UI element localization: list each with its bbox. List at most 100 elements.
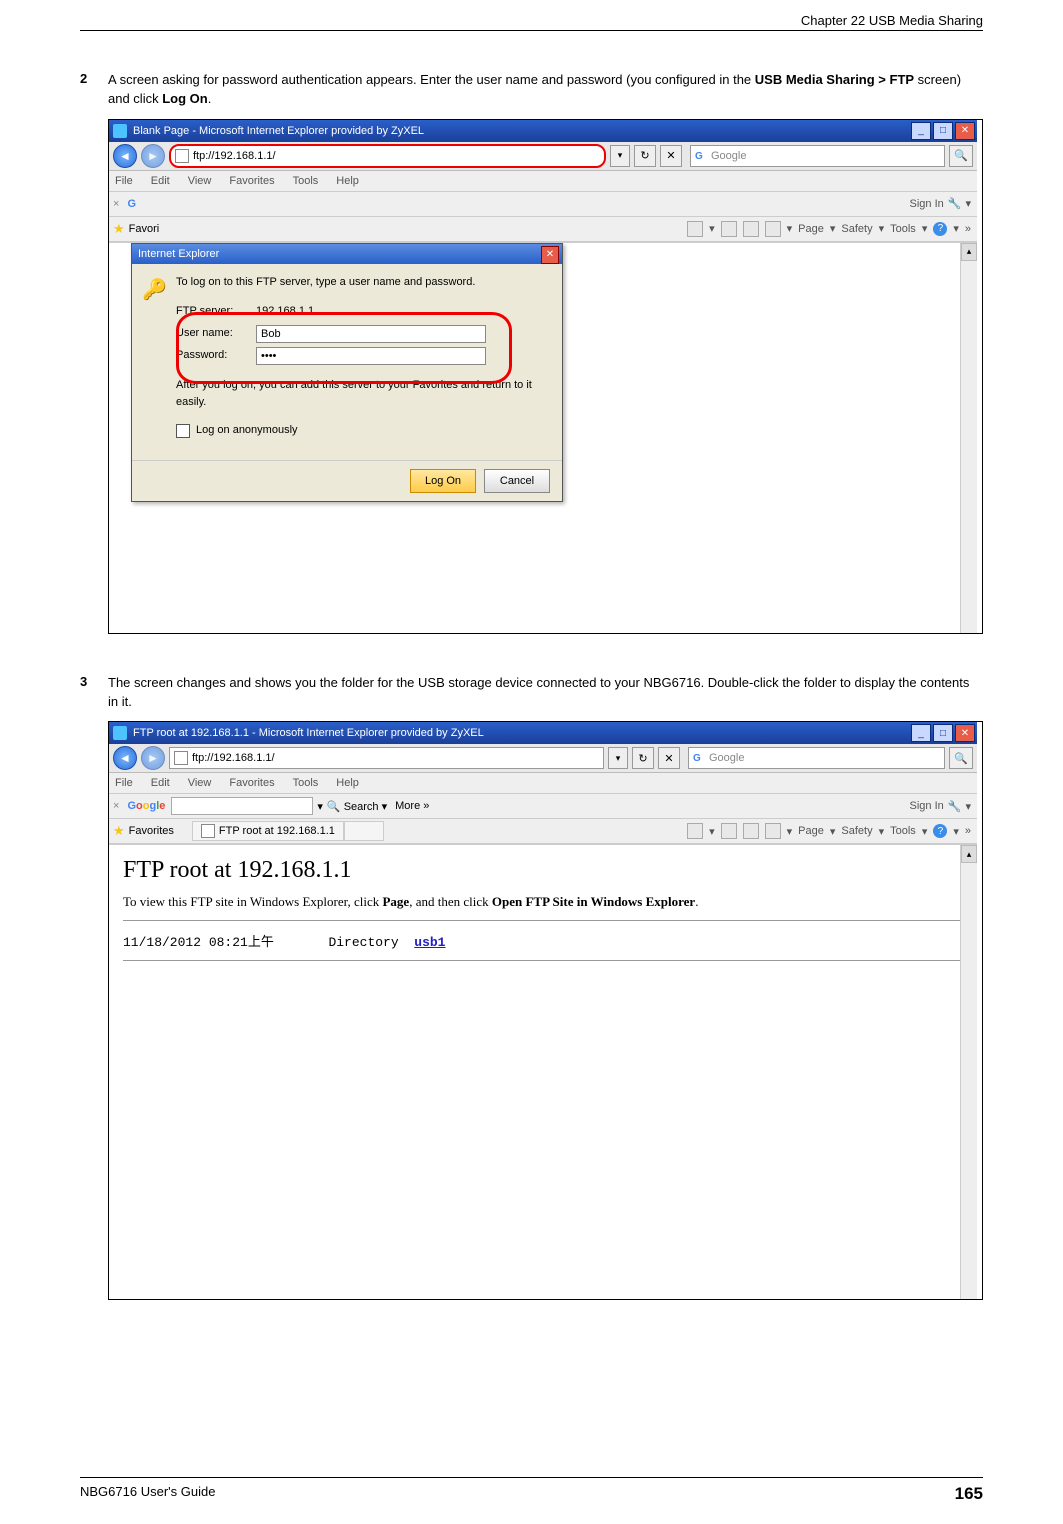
print-icon[interactable]	[765, 221, 781, 237]
menu-file[interactable]: File	[115, 777, 133, 789]
google-icon	[695, 150, 707, 162]
sign-in-link[interactable]: Sign In	[910, 800, 944, 812]
minimize-button[interactable]: _	[911, 724, 931, 742]
scroll-up[interactable]: ▴	[961, 845, 977, 863]
refresh-button[interactable]: ↻	[634, 145, 656, 167]
ftp-instruction: To view this FTP site in Windows Explore…	[123, 894, 963, 910]
address-dropdown[interactable]: ▾	[610, 145, 630, 167]
page-number: 165	[955, 1484, 983, 1504]
dialog-close-button[interactable]: ✕	[541, 246, 559, 264]
menu-help[interactable]: Help	[336, 175, 359, 187]
google-search-input[interactable]	[171, 797, 313, 815]
step-number: 3	[80, 674, 108, 712]
menu-favorites[interactable]: Favorites	[229, 777, 274, 789]
wrench-icon[interactable]: 🔧	[948, 197, 962, 210]
favorites-bar: ★ Favorites FTP root at 192.168.1.1 ▾ ▾ …	[109, 819, 977, 844]
minimize-button[interactable]: _	[911, 122, 931, 140]
google-more-button[interactable]: More »	[395, 800, 429, 812]
address-bar[interactable]: ftp://192.168.1.1/	[169, 747, 604, 769]
password-input[interactable]	[256, 347, 486, 365]
feed-icon[interactable]	[721, 221, 737, 237]
tools-menu[interactable]: Tools	[890, 825, 916, 837]
forward-button[interactable]: ►	[141, 144, 165, 168]
close-button[interactable]: ✕	[955, 122, 975, 140]
page-icon	[175, 149, 189, 163]
directory-link-usb1[interactable]: usb1	[414, 935, 445, 950]
dir-date: 11/18/2012 08:21上午	[123, 935, 274, 950]
dialog-instruction: To log on to this FTP server, type a use…	[176, 274, 550, 292]
stop-button[interactable]: ✕	[658, 747, 680, 769]
menu-file[interactable]: File	[115, 175, 133, 187]
ftp-server-label: FTP server:	[176, 303, 256, 321]
vertical-scrollbar[interactable]: ▴	[960, 845, 977, 1299]
help-icon[interactable]: ?	[933, 824, 947, 838]
forward-button[interactable]: ►	[141, 746, 165, 770]
maximize-button[interactable]: □	[933, 122, 953, 140]
star-icon[interactable]: ★	[113, 221, 125, 237]
search-box[interactable]: Google	[688, 747, 945, 769]
google-search-button[interactable]: 🔍 Search ▾	[327, 800, 387, 813]
menu-view[interactable]: View	[188, 175, 212, 187]
cancel-button[interactable]: Cancel	[484, 469, 550, 493]
menu-help[interactable]: Help	[336, 777, 359, 789]
menu-tools[interactable]: Tools	[293, 777, 319, 789]
step-2: 2 A screen asking for password authentic…	[80, 71, 983, 109]
menu-view[interactable]: View	[188, 777, 212, 789]
anonymous-label: Log on anonymously	[196, 422, 298, 440]
mail-icon[interactable]	[743, 221, 759, 237]
back-button[interactable]: ◄	[113, 746, 137, 770]
sign-in-link[interactable]: Sign In	[910, 198, 944, 210]
search-box[interactable]: Google	[690, 145, 945, 167]
maximize-button[interactable]: □	[933, 724, 953, 742]
log-on-button[interactable]: Log On	[410, 469, 476, 493]
print-icon[interactable]	[765, 823, 781, 839]
menu-tools[interactable]: Tools	[293, 175, 319, 187]
address-bar-highlighted[interactable]: ftp://192.168.1.1/	[169, 144, 606, 168]
menu-edit[interactable]: Edit	[151, 777, 170, 789]
page-menu[interactable]: Page	[798, 223, 824, 235]
browser-tab[interactable]: FTP root at 192.168.1.1	[192, 821, 344, 841]
stop-button[interactable]: ✕	[660, 145, 682, 167]
toolbar-close[interactable]: ×	[113, 198, 119, 210]
chapter-title: Chapter 22 USB Media Sharing	[801, 13, 983, 28]
mail-icon[interactable]	[743, 823, 759, 839]
username-input[interactable]	[256, 325, 486, 343]
ie-icon	[113, 726, 127, 740]
safety-menu[interactable]: Safety	[841, 825, 872, 837]
help-icon[interactable]: ?	[933, 222, 947, 236]
wrench-icon[interactable]: 🔧	[948, 800, 962, 813]
close-button[interactable]: ✕	[955, 724, 975, 742]
dialog-titlebar: Internet Explorer ✕	[132, 244, 562, 264]
page-icon	[174, 751, 188, 765]
step-text: A screen asking for password authenticat…	[108, 71, 983, 109]
window-title: FTP root at 192.168.1.1 - Microsoft Inte…	[133, 727, 484, 739]
safety-menu[interactable]: Safety	[841, 223, 872, 235]
search-button[interactable]: 🔍	[949, 747, 973, 769]
browser-content: ▴ FTP root at 192.168.1.1 To view this F…	[109, 844, 977, 1299]
back-button[interactable]: ◄	[113, 144, 137, 168]
search-button[interactable]: 🔍	[949, 145, 973, 167]
toolbar-close[interactable]: ×	[113, 800, 119, 812]
menu-edit[interactable]: Edit	[151, 175, 170, 187]
password-label: Password:	[176, 347, 256, 365]
tools-menu[interactable]: Tools	[890, 223, 916, 235]
refresh-button[interactable]: ↻	[632, 747, 654, 769]
scroll-up[interactable]: ▴	[961, 243, 977, 261]
new-tab-button[interactable]	[344, 821, 384, 841]
home-icon[interactable]	[687, 823, 703, 839]
address-text: ftp://192.168.1.1/	[192, 752, 275, 764]
vertical-scrollbar[interactable]: ▴	[960, 243, 977, 633]
menu-favorites[interactable]: Favorites	[229, 175, 274, 187]
menu-bar: File Edit View Favorites Tools Help	[109, 773, 977, 794]
home-icon[interactable]	[687, 221, 703, 237]
step-text: The screen changes and shows you the fol…	[108, 674, 983, 712]
page-menu[interactable]: Page	[798, 825, 824, 837]
directory-listing: 11/18/2012 08:21上午 Directory usb1	[123, 931, 963, 950]
feed-icon[interactable]	[721, 823, 737, 839]
favorites-label[interactable]: Favori	[129, 223, 160, 235]
star-icon[interactable]: ★	[113, 823, 125, 839]
favorites-label[interactable]: Favorites	[129, 825, 174, 837]
nav-bar: ◄ ► ftp://192.168.1.1/ ▾ ↻ ✕ Google 🔍	[109, 744, 977, 773]
anonymous-checkbox[interactable]	[176, 424, 190, 438]
address-dropdown[interactable]: ▾	[608, 747, 628, 769]
